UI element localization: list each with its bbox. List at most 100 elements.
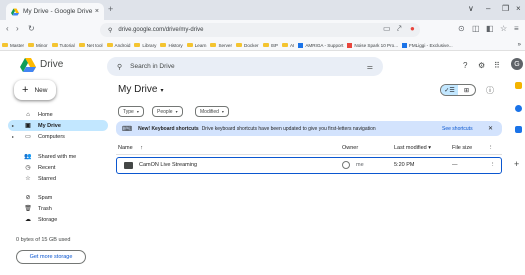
support-icon[interactable]: ? bbox=[463, 61, 467, 70]
bookmarks-overflow-icon[interactable]: » bbox=[518, 42, 521, 48]
grid-view-icon[interactable]: ⊞ bbox=[458, 85, 475, 95]
install-app-icon[interactable]: ▭ bbox=[383, 24, 391, 33]
window-close-icon[interactable]: × bbox=[516, 4, 521, 13]
drive-logo-icon[interactable] bbox=[20, 58, 36, 72]
filter-label: Modified bbox=[200, 108, 219, 115]
minimize-icon[interactable]: – bbox=[486, 4, 490, 13]
bookmarks-bar: Master Minor Tutorial Net tool Android Librar… bbox=[0, 40, 525, 51]
get-more-storage-button[interactable]: Get more storage bbox=[16, 250, 86, 264]
clock-icon: ◷ bbox=[25, 165, 31, 171]
add-addon-icon[interactable]: + bbox=[514, 159, 519, 169]
trash-icon: 🗑 bbox=[24, 206, 32, 212]
bookmark-item[interactable]: Net tool bbox=[78, 43, 103, 48]
bookmark-item[interactable]: Noise Spark 10 Pro... bbox=[347, 42, 398, 48]
tab-search-chevron-icon[interactable]: ∨ bbox=[468, 4, 474, 13]
sidebar-item-trash[interactable]: 🗑 Trash bbox=[8, 203, 108, 214]
bookmark-item[interactable]: Tutorial bbox=[51, 42, 75, 48]
search-input[interactable]: ⚲ Search in Drive ⚌ bbox=[107, 57, 383, 76]
bookmark-label: Learn bbox=[194, 42, 207, 48]
list-view-icon[interactable]: ✓☰ bbox=[441, 85, 458, 95]
bookmark-item[interactable]: ISP bbox=[262, 43, 278, 48]
column-header-owner: Owner bbox=[342, 145, 359, 151]
sidebar-item-label: Recent bbox=[38, 164, 56, 171]
sidebar-item-my-drive[interactable]: ▸ ▣ My Drive bbox=[8, 120, 108, 131]
extensions-icon[interactable]: ◫ bbox=[472, 24, 480, 33]
keyboard-icon: ⌨ bbox=[122, 125, 133, 133]
tab-close-icon[interactable]: × bbox=[95, 8, 99, 15]
sidebar-item-shared-with-me[interactable]: 👥 Shared with me bbox=[8, 151, 108, 162]
filter-modified[interactable]: Modified ▾ bbox=[195, 106, 229, 117]
sidebar-item-recent[interactable]: ◷ Recent bbox=[8, 162, 108, 173]
bookmark-star-icon[interactable]: ☆ bbox=[500, 24, 507, 33]
new-button[interactable]: + New bbox=[14, 80, 56, 100]
column-header-last-modified[interactable]: Last modified ▾ bbox=[394, 145, 431, 151]
banner-title: New! Keyboard shortcuts bbox=[138, 125, 199, 132]
url-bar[interactable]: ⚲ drive.google.com/drive/my-drive bbox=[100, 23, 420, 37]
sort-arrow-icon[interactable]: ↑ bbox=[140, 145, 143, 151]
column-header-file-size: File size bbox=[452, 145, 473, 151]
close-icon[interactable]: ✕ bbox=[488, 125, 493, 132]
calendar-icon[interactable] bbox=[515, 82, 522, 89]
sidebar-item-spam[interactable]: ⊘ Spam bbox=[8, 192, 108, 203]
filter-type[interactable]: Type ▾ bbox=[118, 106, 144, 117]
folder-icon bbox=[281, 42, 288, 48]
apps-grid-icon[interactable]: ⠿ bbox=[494, 61, 500, 70]
app-name[interactable]: Drive bbox=[40, 59, 63, 70]
bookmark-item[interactable]: AMRIGA - Support bbox=[298, 42, 343, 48]
profile-icon[interactable]: ⊙ bbox=[458, 24, 465, 33]
header-divider bbox=[116, 154, 502, 155]
folder-icon bbox=[51, 42, 58, 48]
sidepanel-icon[interactable]: ◧ bbox=[486, 24, 494, 33]
bookmark-item[interactable]: AI bbox=[281, 42, 294, 48]
file-name[interactable]: CamON Live Streaming bbox=[139, 162, 197, 168]
file-size: — bbox=[452, 162, 458, 168]
search-options-icon[interactable]: ⚌ bbox=[367, 63, 373, 71]
back-icon[interactable]: ‹ bbox=[6, 24, 9, 33]
expand-arrow-icon[interactable]: ▸ bbox=[12, 123, 14, 128]
bookmark-item[interactable]: Docker bbox=[236, 43, 259, 48]
search-icon[interactable]: ⚲ bbox=[117, 63, 122, 71]
info-icon[interactable]: ⓘ bbox=[486, 85, 494, 96]
avatar[interactable]: G bbox=[511, 58, 523, 70]
plus-icon: + bbox=[22, 84, 29, 96]
bookmark-item[interactable]: History bbox=[160, 43, 183, 48]
sidebar-item-computers[interactable]: ▸ ▭ Computers bbox=[8, 131, 108, 142]
see-shortcuts-link[interactable]: See shortcuts bbox=[442, 126, 473, 132]
filter-people[interactable]: People ▾ bbox=[152, 106, 183, 117]
forward-icon[interactable]: › bbox=[16, 24, 19, 33]
bookmark-item[interactable]: Server bbox=[210, 43, 232, 48]
new-tab-button[interactable]: + bbox=[108, 4, 113, 14]
bookmark-item[interactable]: FMLiggi - Exclusive... bbox=[402, 42, 453, 48]
keep-icon[interactable] bbox=[515, 105, 522, 112]
folder-icon bbox=[210, 42, 217, 48]
settings-gear-icon[interactable]: ⚙ bbox=[478, 61, 485, 70]
view-toggle[interactable]: ✓☰ ⊞ bbox=[440, 84, 476, 96]
sidebar-item-storage[interactable]: ☁ Storage bbox=[8, 214, 108, 225]
extension-icon[interactable]: ● bbox=[410, 24, 415, 33]
sidebar-item-home[interactable]: ⌂ Home bbox=[8, 109, 108, 120]
bookmark-item[interactable]: Master bbox=[2, 43, 24, 48]
sidebar-item-label: Home bbox=[38, 111, 53, 118]
bookmark-label: Master bbox=[10, 42, 25, 48]
maximize-icon[interactable]: ❐ bbox=[502, 4, 509, 13]
contacts-icon[interactable] bbox=[515, 126, 522, 133]
site-info-icon[interactable]: ⚲ bbox=[108, 27, 112, 34]
bookmark-item[interactable]: Learn bbox=[186, 42, 207, 48]
filter-label: People bbox=[157, 108, 173, 115]
sidebar-item-starred[interactable]: ☆ Starred bbox=[8, 173, 108, 184]
bookmark-item[interactable]: Android bbox=[106, 43, 130, 48]
share-icon[interactable]: ⤤ bbox=[397, 24, 402, 34]
bookmark-item[interactable]: Minor bbox=[28, 43, 48, 48]
browser-tab[interactable]: My Drive - Google Drive × bbox=[6, 3, 104, 20]
row-more-icon[interactable]: ⋮ bbox=[490, 162, 496, 168]
my-drive-icon: ▣ bbox=[25, 123, 31, 129]
chevron-down-icon: ▾ bbox=[428, 145, 432, 151]
page-title[interactable]: My Drive ▾ bbox=[118, 84, 163, 95]
search-placeholder: Search in Drive bbox=[130, 63, 175, 70]
expand-arrow-icon[interactable]: ▸ bbox=[12, 134, 14, 139]
reload-icon[interactable]: ↻ bbox=[28, 24, 35, 33]
menu-kebab-icon[interactable]: ≡ bbox=[514, 24, 519, 33]
header-more-icon[interactable]: ⋮ bbox=[488, 145, 494, 151]
bookmark-item[interactable]: Library bbox=[134, 43, 156, 48]
column-header-name[interactable]: Name ↑ bbox=[118, 145, 143, 151]
